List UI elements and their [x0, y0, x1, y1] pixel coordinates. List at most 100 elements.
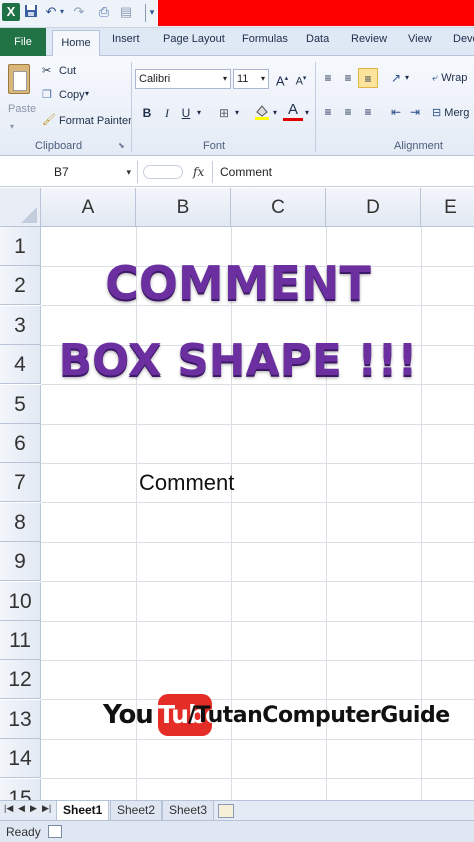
gridline	[41, 660, 474, 661]
divider	[131, 62, 132, 152]
undo-icon[interactable]: ↶	[44, 4, 58, 20]
align-middle-icon[interactable]: ≡	[338, 68, 358, 88]
formula-bar-resize-handle[interactable]	[143, 165, 183, 179]
font-name-select[interactable]: Calibri ▾	[135, 69, 231, 89]
paste-dropdown-icon[interactable]: ▾	[10, 122, 14, 131]
align-center-icon[interactable]: ≡	[338, 102, 358, 122]
row-header-7[interactable]: 7	[0, 463, 41, 502]
insert-function-icon[interactable]: fx	[193, 161, 204, 183]
underline-button[interactable]: U	[176, 103, 196, 123]
underline-dropdown-icon[interactable]: ▾	[194, 103, 204, 123]
tab-review[interactable]: Review	[351, 33, 387, 45]
wrap-text-button[interactable]: ⤶ Wrap	[432, 72, 467, 85]
orientation-dropdown-icon[interactable]: ▾	[402, 68, 412, 88]
alignment-group-label: Alignment	[394, 140, 443, 152]
fill-color-dropdown-icon[interactable]: ▾	[270, 103, 280, 123]
font-color-dropdown-icon[interactable]: ▾	[302, 103, 312, 123]
gridline	[41, 424, 474, 425]
row-header-11[interactable]: 11	[0, 621, 41, 660]
column-header-c[interactable]: C	[231, 188, 326, 227]
align-left-icon[interactable]: ≡	[318, 102, 338, 122]
next-sheet-icon[interactable]: ▶	[30, 803, 37, 814]
redo-icon[interactable]: ↷	[72, 4, 86, 20]
customize-icon[interactable]: ▾	[147, 4, 157, 20]
tab-insert[interactable]: Insert	[112, 33, 140, 45]
tab-page-layout[interactable]: Page Layout	[163, 33, 225, 45]
format-painter-icon: 🖌	[42, 114, 56, 126]
row-header-14[interactable]: 14	[0, 739, 41, 778]
row-header-2[interactable]: 2	[0, 266, 41, 305]
tab-data[interactable]: Data	[306, 33, 329, 45]
borders-dropdown-icon[interactable]: ▾	[232, 103, 242, 123]
sheet-tab-1[interactable]: Sheet1	[56, 801, 110, 821]
align-right-icon[interactable]: ≡	[358, 102, 378, 122]
name-box-value: B7	[54, 165, 69, 179]
title-line-1: COMMENT	[105, 256, 371, 310]
paste-icon[interactable]	[8, 64, 30, 94]
sheet-tab-2[interactable]: Sheet2	[110, 801, 163, 821]
select-all-button[interactable]	[0, 188, 41, 227]
prev-sheet-icon[interactable]: ◀	[18, 803, 25, 814]
bold-button[interactable]: B	[137, 103, 157, 123]
merge-icon: ⊟	[432, 107, 442, 119]
row-header-15[interactable]: 15	[0, 779, 41, 800]
italic-button[interactable]: I	[157, 103, 177, 123]
font-size-select[interactable]: 11 ▾	[233, 69, 269, 89]
column-header-a[interactable]: A	[41, 188, 136, 227]
row-header-9[interactable]: 9	[0, 542, 41, 581]
copy-button[interactable]: Copy	[59, 89, 85, 101]
wrap-text-icon: ⤶	[432, 72, 439, 84]
decrease-indent-icon[interactable]: ⇤	[386, 102, 406, 122]
sheet-tab-3[interactable]: Sheet3	[162, 801, 215, 821]
tab-formulas[interactable]: Formulas	[242, 33, 288, 45]
increase-indent-icon[interactable]: ⇥	[405, 102, 425, 122]
row-header-12[interactable]: 12	[0, 660, 41, 699]
tab-view[interactable]: View	[408, 33, 432, 45]
gridline	[41, 581, 474, 582]
row-header-8[interactable]: 8	[0, 503, 41, 542]
row-header-3[interactable]: 3	[0, 306, 41, 345]
column-header-b[interactable]: B	[136, 188, 231, 227]
column-header-d[interactable]: D	[326, 188, 421, 227]
first-sheet-icon[interactable]: |◀	[4, 803, 13, 814]
tab-file[interactable]: File	[0, 28, 46, 56]
paste-button[interactable]: Paste	[8, 103, 36, 115]
formula-input[interactable]: Comment	[212, 161, 474, 183]
shrink-font-icon[interactable]: A▾	[291, 69, 311, 89]
print-preview-icon[interactable]: ⎙	[96, 4, 112, 20]
cut-button[interactable]: Cut	[59, 65, 76, 77]
name-box[interactable]: B7 ▾	[0, 161, 138, 183]
macro-record-icon[interactable]	[48, 825, 62, 838]
last-sheet-icon[interactable]: ▶|	[42, 803, 51, 814]
row-header-5[interactable]: 5	[0, 385, 41, 424]
quick-print-icon[interactable]: ▤	[118, 4, 134, 20]
dialog-launcher-icon[interactable]: ⬊	[118, 141, 125, 150]
insert-sheet-icon[interactable]	[218, 804, 234, 818]
format-painter-button[interactable]: Format Painter	[59, 115, 132, 127]
align-top-icon[interactable]: ≡	[318, 68, 338, 88]
grow-font-icon[interactable]: A▴	[272, 69, 292, 89]
gridline	[41, 739, 474, 740]
cell-b7[interactable]: Comment	[139, 470, 234, 496]
row-header-13[interactable]: 13	[0, 700, 41, 739]
row-header-1[interactable]: 1	[0, 227, 41, 266]
borders-icon[interactable]: ⊞	[214, 103, 234, 123]
tab-developer[interactable]: Deve	[453, 33, 474, 45]
copy-dropdown-icon[interactable]: ▾	[85, 89, 89, 98]
font-color-icon[interactable]: A	[283, 101, 303, 121]
row-header-4[interactable]: 4	[0, 345, 41, 384]
column-header-e[interactable]: E	[421, 188, 474, 227]
tab-home[interactable]: Home	[52, 30, 100, 57]
merge-label: Merg	[444, 107, 470, 119]
formula-bar: B7 ▾ fx Comment	[0, 157, 474, 187]
chevron-down-icon: ▾	[260, 74, 265, 83]
fill-color-icon[interactable]	[252, 103, 272, 123]
row-header-6[interactable]: 6	[0, 424, 41, 463]
row-header-10[interactable]: 10	[0, 582, 41, 621]
undo-dropdown-icon[interactable]: ▾	[58, 4, 66, 20]
sheet-tab-bar: |◀ ◀ ▶ ▶| Sheet1 Sheet2 Sheet3	[0, 800, 474, 821]
merge-center-button[interactable]: ⊟ Merg	[432, 106, 469, 119]
save-icon[interactable]	[24, 4, 38, 20]
gridline	[41, 778, 474, 779]
align-bottom-icon[interactable]: ≡	[358, 68, 378, 88]
